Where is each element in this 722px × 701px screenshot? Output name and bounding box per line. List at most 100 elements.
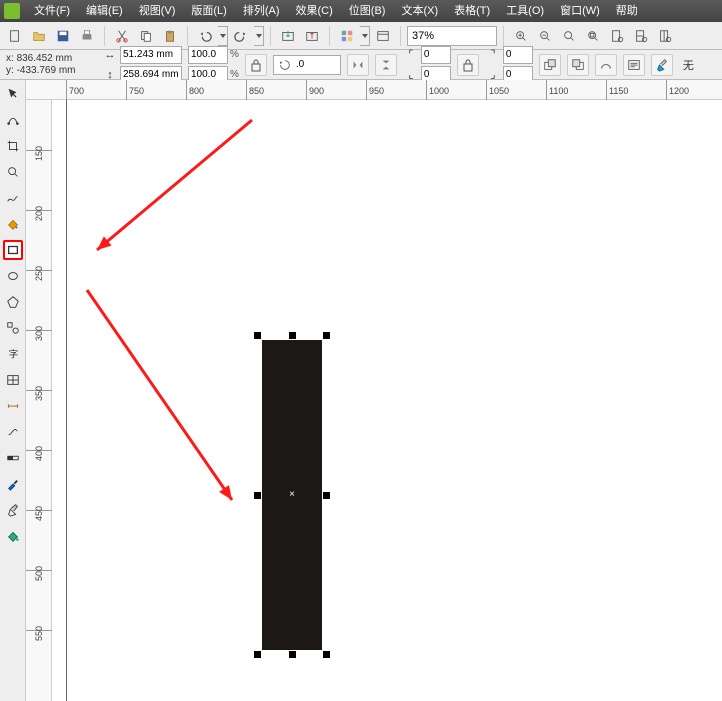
zoom-level-select[interactable] (407, 26, 497, 46)
mirror-vertical-button[interactable] (375, 54, 397, 76)
welcome-button[interactable] (372, 25, 394, 47)
menu-table[interactable]: 表格(T) (446, 0, 498, 22)
rotation-input-group[interactable] (273, 55, 341, 75)
polygon-tool[interactable] (3, 292, 23, 312)
v-tick: 550 (26, 630, 52, 641)
menu-help[interactable]: 帮助 (608, 0, 646, 22)
ellipse-tool[interactable] (3, 266, 23, 286)
copy-button[interactable] (135, 25, 157, 47)
pick-tool[interactable] (3, 84, 23, 104)
redo-dropdown[interactable] (254, 26, 264, 46)
freehand-tool[interactable] (3, 188, 23, 208)
canvas[interactable]: × (52, 100, 722, 701)
import-button[interactable] (277, 25, 299, 47)
horizontal-ruler: 700 750 800 850 900 950 1000 1050 1100 1… (26, 80, 722, 100)
corner-tl-icon: ⌜ (403, 47, 419, 63)
print-button[interactable] (76, 25, 98, 47)
zoom-width-button[interactable] (630, 25, 652, 47)
crop-tool[interactable] (3, 136, 23, 156)
cut-button[interactable] (111, 25, 133, 47)
app-launcher-button[interactable] (336, 25, 358, 47)
table-tool[interactable] (3, 370, 23, 390)
rectangle-tool[interactable] (3, 240, 23, 260)
save-button[interactable] (52, 25, 74, 47)
selection-handle-ml[interactable] (254, 492, 261, 499)
redo-button[interactable] (230, 25, 252, 47)
to-back-button[interactable] (567, 54, 589, 76)
to-front-button[interactable] (539, 54, 561, 76)
eyedropper-tool[interactable] (3, 474, 23, 494)
lock-ratio-button[interactable] (245, 54, 267, 76)
selection-handle-bm[interactable] (289, 651, 296, 658)
scale-x-input[interactable] (188, 46, 228, 64)
zoom-out-button[interactable] (534, 25, 556, 47)
selection-center-icon: × (287, 490, 297, 500)
svg-text:字: 字 (8, 349, 18, 361)
undo-button[interactable] (194, 25, 216, 47)
wrap-text-button[interactable] (623, 54, 645, 76)
zoom-selection-button[interactable] (558, 25, 580, 47)
shape-tool[interactable] (3, 110, 23, 130)
zoom-height-button[interactable] (654, 25, 676, 47)
zoom-all-button[interactable] (582, 25, 604, 47)
export-button[interactable] (301, 25, 323, 47)
corner-lock-button[interactable] (457, 54, 479, 76)
menu-bitmap[interactable]: 位图(B) (341, 0, 394, 22)
smart-fill-tool[interactable] (3, 214, 23, 234)
new-button[interactable] (4, 25, 26, 47)
v-tick: 400 (26, 450, 52, 461)
menu-tools[interactable]: 工具(O) (498, 0, 552, 22)
object-width-input[interactable] (120, 46, 182, 64)
selection-handle-mr[interactable] (323, 492, 330, 499)
x-coord-value: 836.452 mm (17, 53, 73, 64)
paste-button[interactable] (159, 25, 181, 47)
app-logo-icon (4, 3, 20, 19)
outline-width-label: 无 (679, 57, 698, 73)
menu-effects[interactable]: 效果(C) (288, 0, 341, 22)
convert-curves-button[interactable] (595, 54, 617, 76)
zoom-in-button[interactable] (510, 25, 532, 47)
menu-edit[interactable]: 编辑(E) (78, 0, 131, 22)
dimension-tool[interactable] (3, 396, 23, 416)
v-tick: 350 (26, 390, 52, 401)
h-tick: 900 (306, 80, 324, 100)
selection-handle-tm[interactable] (289, 332, 296, 339)
v-tick: 300 (26, 330, 52, 341)
open-button[interactable] (28, 25, 50, 47)
selection-handle-tl[interactable] (254, 332, 261, 339)
zoom-tool[interactable] (3, 162, 23, 182)
interactive-tool[interactable] (3, 448, 23, 468)
menu-window[interactable]: 窗口(W) (552, 0, 608, 22)
zoom-page-button[interactable] (606, 25, 628, 47)
percent-label-2: % (230, 69, 239, 80)
menu-arrange[interactable]: 排列(A) (235, 0, 288, 22)
undo-dropdown[interactable] (218, 26, 228, 46)
page-boundary (66, 100, 67, 701)
menu-layout[interactable]: 版面(L) (183, 0, 234, 22)
vertical-ruler: 150 200 250 300 350 400 450 500 550 (26, 100, 52, 701)
rotation-input[interactable] (296, 59, 336, 70)
selection-handle-bl[interactable] (254, 651, 261, 658)
basic-shapes-tool[interactable] (3, 318, 23, 338)
canvas-area[interactable]: 700 750 800 850 900 950 1000 1050 1100 1… (26, 80, 722, 701)
percent-label: % (230, 49, 239, 60)
menu-text[interactable]: 文本(X) (393, 0, 446, 22)
mirror-horizontal-button[interactable] (347, 54, 369, 76)
h-tick: 850 (246, 80, 264, 100)
connector-tool[interactable] (3, 422, 23, 442)
v-tick: 250 (26, 270, 52, 281)
menu-view[interactable]: 视图(V) (131, 0, 184, 22)
outline-tool[interactable] (3, 500, 23, 520)
selection-handle-br[interactable] (323, 651, 330, 658)
selection-handle-tr[interactable] (323, 332, 330, 339)
text-tool[interactable]: 字 (3, 344, 23, 364)
y-coord-value: -433.769 mm (17, 65, 76, 76)
corner-tl-input[interactable] (421, 46, 451, 64)
menu-file[interactable]: 文件(F) (26, 0, 78, 22)
corner-tr-icon: ⌝ (485, 47, 501, 63)
outline-pen-button[interactable] (651, 54, 673, 76)
app-launcher-dropdown[interactable] (360, 26, 370, 46)
fill-tool[interactable] (3, 526, 23, 546)
width-icon: ↔ (102, 47, 118, 63)
corner-tr-input[interactable] (503, 46, 533, 64)
